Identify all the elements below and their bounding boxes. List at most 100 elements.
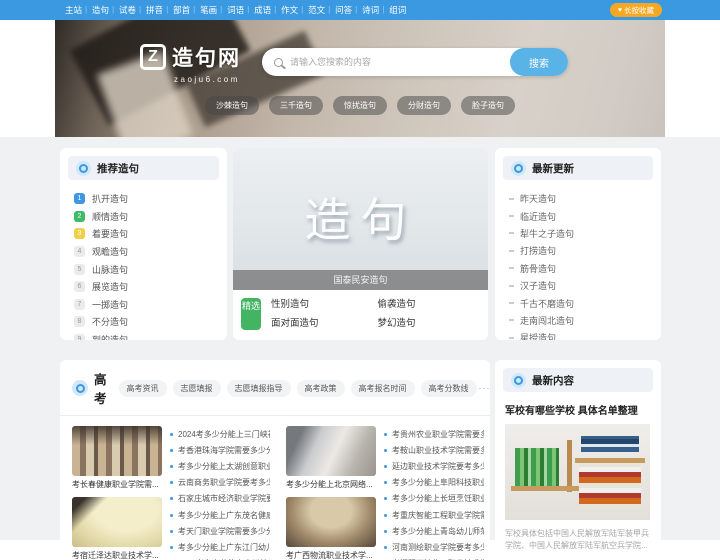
gaokao-tag[interactable]: 高考分数线: [421, 380, 477, 397]
gaokao-tag[interactable]: 高考资讯: [119, 380, 167, 397]
list-item[interactable]: 6展览造句: [74, 278, 227, 296]
list-item[interactable]: 2顺情造句: [74, 208, 227, 226]
article-item[interactable]: 考天门职业学院需要多少分: [170, 523, 270, 539]
article-item[interactable]: 考重庆智能工程职业学院需: [384, 507, 484, 523]
rank-badge: 5: [74, 264, 85, 275]
featured-link[interactable]: 梦幻造句: [378, 314, 485, 333]
favorite-button[interactable]: ♥ 长按收藏: [610, 3, 662, 17]
featured-link[interactable]: 性别造句: [271, 295, 378, 314]
hot-tag[interactable]: 三千造句: [269, 96, 323, 115]
nav-item-bushou[interactable]: 部首: [168, 4, 195, 16]
bullet-icon: [170, 433, 173, 436]
featured-link[interactable]: 偷袭造句: [378, 295, 485, 314]
logo-text: 造句网: [172, 42, 241, 72]
thumbnail-caption[interactable]: 考广西物流职业技术学...: [286, 550, 376, 560]
list-item[interactable]: 3着要造句: [74, 225, 227, 243]
list-item[interactable]: 走南闯北造句: [509, 312, 661, 329]
bullet-icon: [384, 514, 387, 517]
list-item[interactable]: 9到的造句: [74, 331, 227, 340]
latest-updates-list: 昨天造句 临近造句 犁牛之子造句 打捞造句 筋骨造句 汉子造句 千古不磨造句 走…: [495, 188, 661, 340]
gaokao-tag[interactable]: 高考政策: [297, 380, 345, 397]
list-item[interactable]: 4观瞻造句: [74, 243, 227, 261]
nav-item-shici[interactable]: 诗词: [357, 4, 384, 16]
featured-link[interactable]: 面对面造句: [271, 314, 378, 333]
nav-item-zaoju[interactable]: 造句: [87, 4, 114, 16]
list-item[interactable]: 8不分造句: [74, 313, 227, 331]
bullet-icon: [509, 232, 514, 234]
list-item[interactable]: 筋骨造句: [509, 260, 661, 277]
article-item[interactable]: 石家庄城市经济职业学院要: [170, 491, 270, 507]
nav-item-zuci[interactable]: 组词: [384, 4, 411, 16]
article-thumbnail[interactable]: [286, 426, 376, 476]
list-item[interactable]: 5山脉造句: [74, 260, 227, 278]
list-item[interactable]: 犁牛之子造句: [509, 225, 661, 242]
bullet-icon: [170, 497, 173, 500]
nav-item-ciyu[interactable]: 词语: [222, 4, 249, 16]
list-item[interactable]: 打捞造句: [509, 242, 661, 259]
bullet-icon: [170, 514, 173, 517]
article-item[interactable]: 河南测绘职业学院要考多少: [384, 539, 484, 555]
nav-item-home[interactable]: 主站: [60, 4, 87, 16]
article-item[interactable]: 考多少分能上广东茂名健康: [170, 507, 270, 523]
hot-tag[interactable]: 分财造句: [397, 96, 451, 115]
featured-badge: 精选: [241, 298, 261, 330]
bullet-icon: [170, 481, 173, 484]
thumbnail-caption[interactable]: 考长春健康职业学院需...: [72, 479, 162, 490]
logo-mark-icon: Z: [140, 44, 166, 70]
featured-card: 造句 国泰民安造句 精选 性别造句 偷袭造句 面对面造句 梦幻造句: [233, 148, 488, 340]
featured-caption[interactable]: 国泰民安造句: [233, 270, 488, 290]
bullet-icon: [384, 497, 387, 500]
article-item[interactable]: 考多少分能上太湖创意职业: [170, 458, 270, 474]
hot-tag[interactable]: 沙棘造句: [205, 96, 259, 115]
more-button[interactable]: ···: [479, 383, 490, 393]
list-item[interactable]: 千古不磨造句: [509, 294, 661, 311]
list-item[interactable]: 7一掷造句: [74, 296, 227, 314]
latest-updates-card: 最新更新 昨天造句 临近造句 犁牛之子造句 打捞造句 筋骨造句 汉子造句 千古不…: [495, 148, 661, 340]
hot-tag[interactable]: 脸子造句: [461, 96, 515, 115]
search-input[interactable]: [290, 57, 510, 67]
nav-item-zuowen[interactable]: 作文: [276, 4, 303, 16]
article-item[interactable]: 考香港珠海学院需要多少分: [170, 442, 270, 458]
recommend-list: 1扒开造句 2顺情造句 3着要造句 4观瞻造句 5山脉造句 6展览造句 7一掷造…: [60, 188, 227, 340]
article-item[interactable]: 云南商务职业学院要考多少: [170, 475, 270, 491]
article-item[interactable]: 2024考多少分能上广州幼儿: [170, 556, 270, 560]
list-item[interactable]: 1扒开造句: [74, 190, 227, 208]
article-item[interactable]: 考鞍山职业技术学院需要多: [384, 442, 484, 458]
gaokao-tag[interactable]: 志愿填报指导: [227, 380, 291, 397]
bullet-icon: [509, 319, 514, 321]
article-item[interactable]: 考多少分能上青岛幼儿师范: [384, 523, 484, 539]
article-title[interactable]: 军校有哪些学校 具体名单整理: [495, 400, 661, 417]
article-item[interactable]: 考濮阳石油化工职业技术学: [384, 556, 484, 560]
hot-tag[interactable]: 惊扰造句: [333, 96, 387, 115]
list-item[interactable]: 昨天造句: [509, 190, 661, 207]
thumbnail-caption[interactable]: 考多少分能上北京网络...: [286, 479, 376, 490]
search-button[interactable]: 搜索: [510, 48, 568, 76]
bullet-icon: [509, 337, 514, 339]
nav-item-chengyu[interactable]: 成语: [249, 4, 276, 16]
rank-badge: 9: [74, 334, 85, 340]
nav-item-pinyin[interactable]: 拼音: [141, 4, 168, 16]
gaokao-tag[interactable]: 志愿填报: [173, 380, 221, 397]
site-logo[interactable]: Z 造句网 zaoju6.com: [140, 42, 241, 84]
nav-item-fanwen[interactable]: 范文: [303, 4, 330, 16]
featured-image[interactable]: 造句 国泰民安造句: [233, 148, 488, 290]
list-item[interactable]: 汉子造句: [509, 277, 661, 294]
thumbnail-caption[interactable]: 考宿迁泽达职业技术学...: [72, 550, 162, 560]
bookshelf-image[interactable]: [505, 424, 650, 520]
list-item[interactable]: 星授造句: [509, 329, 661, 340]
article-item[interactable]: 考多少分能上长垣烹饪职业: [384, 491, 484, 507]
gaokao-tag[interactable]: 高考报名时间: [351, 380, 415, 397]
list-item[interactable]: 临近造句: [509, 207, 661, 224]
bullet-icon: [509, 285, 514, 287]
nav-item-shijuan[interactable]: 试卷: [114, 4, 141, 16]
nav-item-bihua[interactable]: 笔画: [195, 4, 222, 16]
article-item[interactable]: 考多少分能上阜阳科技职业: [384, 475, 484, 491]
article-item[interactable]: 延边职业技术学院要考多少: [384, 458, 484, 474]
article-thumbnail[interactable]: [72, 426, 162, 476]
article-item[interactable]: 2024考多少分能上三门峡社: [170, 426, 270, 442]
rank-badge: 1: [74, 193, 85, 204]
article-item[interactable]: 考多少分能上广东江门幼儿: [170, 539, 270, 555]
bookshelf-stacked-books: [579, 463, 641, 509]
nav-item-wenda[interactable]: 问答: [330, 4, 357, 16]
article-item[interactable]: 考贵州农业职业学院需要多: [384, 426, 484, 442]
